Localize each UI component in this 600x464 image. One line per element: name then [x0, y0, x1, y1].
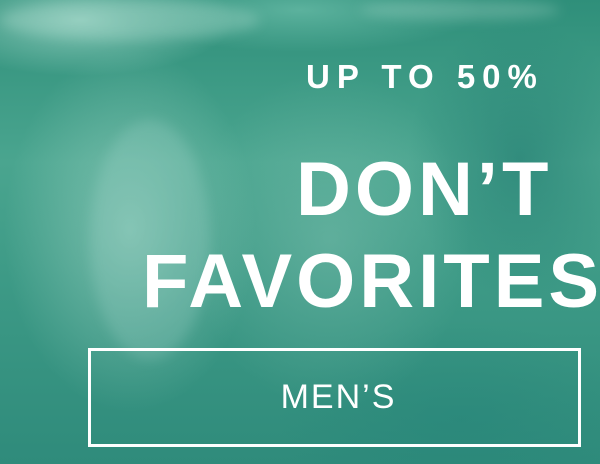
headline-line-2: FAVORITES: [142, 239, 600, 324]
water-texture: [0, 0, 260, 40]
mens-button[interactable]: MEN’S: [88, 348, 581, 447]
promo-banner: UP TO 50% DON’T FAVORITES MEN’S: [0, 0, 600, 464]
discount-eyebrow: UP TO 50%: [306, 58, 544, 95]
mens-button-label: MEN’S: [280, 378, 397, 416]
headline-line-1: DON’T: [296, 147, 553, 232]
water-texture: [360, 0, 560, 20]
